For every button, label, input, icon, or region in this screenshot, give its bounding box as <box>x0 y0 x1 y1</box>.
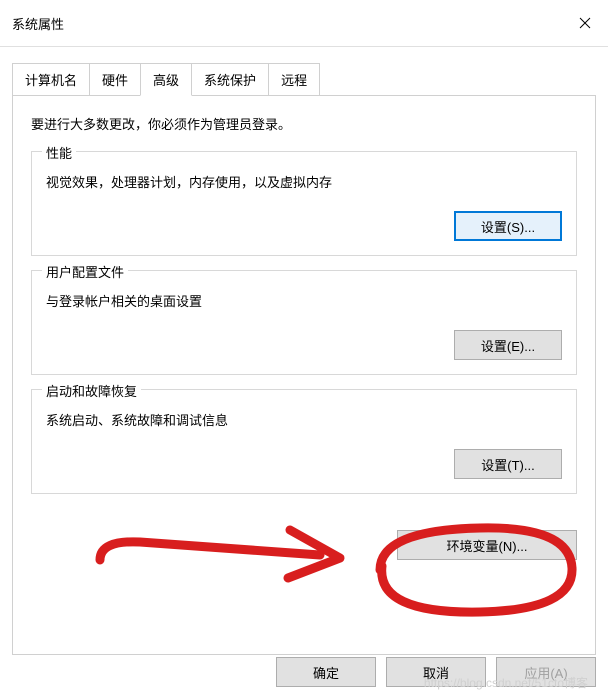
performance-title: 性能 <box>42 143 76 162</box>
user-profiles-desc: 与登录帐户相关的桌面设置 <box>46 291 562 310</box>
startup-group: 启动和故障恢复 系统启动、系统故障和调试信息 设置(T)... <box>31 389 577 494</box>
close-icon <box>579 17 591 29</box>
tab-system-protection[interactable]: 系统保护 <box>191 63 269 95</box>
tab-content: 要进行大多数更改，你必须作为管理员登录。 性能 视觉效果，处理器计划，内存使用，… <box>12 95 596 655</box>
performance-group: 性能 视觉效果，处理器计划，内存使用，以及虚拟内存 设置(S)... <box>31 151 577 256</box>
performance-desc: 视觉效果，处理器计划，内存使用，以及虚拟内存 <box>46 172 562 191</box>
startup-desc: 系统启动、系统故障和调试信息 <box>46 410 562 429</box>
window-title: 系统属性 <box>12 14 64 33</box>
intro-text: 要进行大多数更改，你必须作为管理员登录。 <box>31 114 577 133</box>
tab-remote[interactable]: 远程 <box>268 63 320 95</box>
env-row: 环境变量(N)... <box>31 530 577 560</box>
environment-variables-button[interactable]: 环境变量(N)... <box>397 530 577 560</box>
user-profiles-group: 用户配置文件 与登录帐户相关的桌面设置 设置(E)... <box>31 270 577 375</box>
user-profiles-title: 用户配置文件 <box>42 262 128 281</box>
watermark: https://blog.csdn.net/51cto博客 <box>424 674 588 691</box>
tab-bar: 计算机名 硬件 高级 系统保护 远程 <box>12 63 596 95</box>
startup-settings-button[interactable]: 设置(T)... <box>454 449 562 479</box>
titlebar: 系统属性 <box>0 0 608 47</box>
tab-hardware[interactable]: 硬件 <box>89 63 141 95</box>
close-button[interactable] <box>562 8 608 38</box>
ok-button[interactable]: 确定 <box>276 657 376 687</box>
tab-advanced[interactable]: 高级 <box>140 63 192 96</box>
user-profiles-settings-button[interactable]: 设置(E)... <box>454 330 562 360</box>
tab-computer-name[interactable]: 计算机名 <box>12 63 90 95</box>
performance-settings-button[interactable]: 设置(S)... <box>454 211 562 241</box>
startup-title: 启动和故障恢复 <box>42 381 141 400</box>
